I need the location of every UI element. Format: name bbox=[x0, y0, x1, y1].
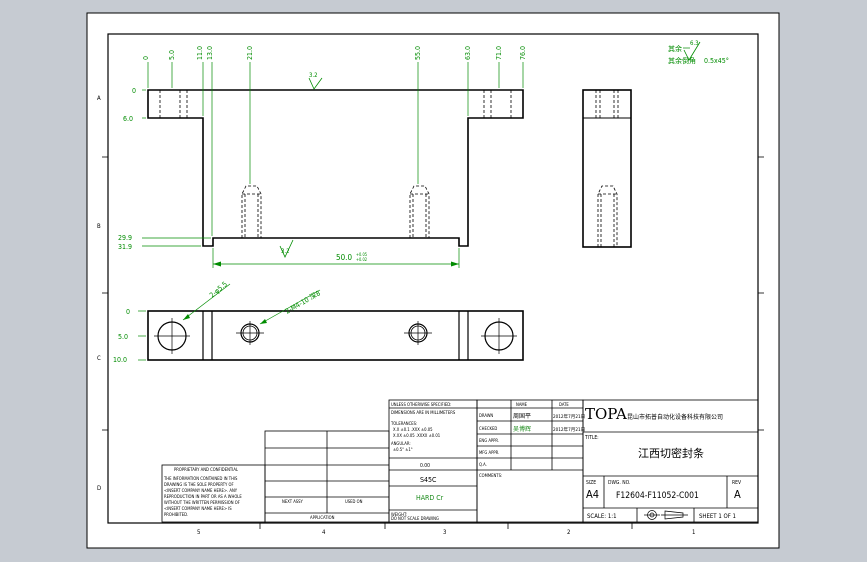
dim-width: 50.0 bbox=[336, 253, 352, 262]
proprietary-line-4: REPRODUCTION IN PART OR AS A WHOLE bbox=[164, 494, 242, 499]
eng-appr-label: ENG APPR. bbox=[479, 438, 499, 443]
dim-y-29: 29.9 bbox=[118, 234, 132, 242]
zero-value: 0.00 bbox=[420, 463, 430, 469]
company-logo: TOPA bbox=[585, 405, 627, 423]
comments-label: COMMENTS: bbox=[479, 473, 502, 478]
title-label: TITLE: bbox=[584, 435, 599, 441]
sheet-label: SHEET 1 OF 1 bbox=[699, 513, 736, 520]
tolerance-line-2: X.XX ±0.05 .XXXX ±0.01 bbox=[393, 433, 441, 438]
checked-label: CHECKED bbox=[479, 426, 497, 431]
proprietary-title: PROPRIETARY AND CONFIDENTIAL bbox=[174, 467, 239, 472]
roughness-top-value: 3.2 bbox=[309, 72, 318, 79]
angular-line: ±0.5° ±1° bbox=[393, 447, 413, 452]
dim-x-63: 63.0 bbox=[464, 46, 472, 60]
dim-x-13: 13.0 bbox=[206, 46, 214, 60]
dim-x-0: 0 bbox=[142, 56, 150, 60]
dim-x-76: 76.0 bbox=[519, 46, 527, 60]
tolerance-line-1: X.X ±0.1 .XXX ±0.05 bbox=[393, 427, 433, 432]
roughness-bottom-value: 3.2 bbox=[281, 248, 290, 255]
rev-value: A bbox=[734, 488, 741, 501]
dim-x-21: 21.0 bbox=[246, 46, 254, 60]
do-not-scale: DO NOT SCALE DRAWING bbox=[391, 516, 439, 521]
zone-number-3: 3 bbox=[443, 529, 446, 536]
checked-date: 2012年7月21日 bbox=[553, 426, 585, 433]
note-roughness-value: 6.3 bbox=[690, 40, 699, 47]
zone-letter-a: A bbox=[97, 95, 101, 102]
dimensions-are: DIMENSIONS ARE IN MILLIMETERS bbox=[391, 410, 456, 415]
size-label: SIZE bbox=[586, 480, 596, 486]
dim-x-71: 71.0 bbox=[495, 46, 503, 60]
dim-y-0: 0 bbox=[132, 87, 136, 95]
material-value: S45C bbox=[420, 476, 437, 484]
zone-letter-b: B bbox=[97, 223, 101, 230]
proprietary-line-7: PROHIBITED. bbox=[164, 512, 188, 517]
drawn-name: 周国平 bbox=[513, 413, 531, 420]
dim-width-tol-lower: +0.02 bbox=[356, 257, 367, 262]
name-header: NAME bbox=[516, 402, 528, 407]
rev-label: REV bbox=[732, 480, 742, 486]
dim-top-y-0: 0 bbox=[126, 308, 130, 316]
mfg-appr-label: MFG APPR. bbox=[479, 450, 499, 455]
zone-number-4: 4 bbox=[322, 529, 326, 536]
angular-label: ANGULAR: bbox=[391, 441, 411, 446]
drawn-date: 2012年7月21日 bbox=[553, 413, 585, 420]
unless-specified: UNLESS OTHERWISE SPECIFIED: bbox=[391, 402, 451, 407]
drawing-title: 江西切密封条 bbox=[638, 446, 704, 460]
proprietary-line-1: THE INFORMATION CONTAINED IN THIS bbox=[163, 476, 238, 481]
zone-letter-c: C bbox=[97, 355, 101, 362]
proprietary-line-2: DRAWING IS THE SOLE PROPERTY OF bbox=[164, 482, 234, 487]
dim-x-5: 5.0 bbox=[168, 50, 176, 60]
zone-number-1: 1 bbox=[692, 529, 695, 536]
proprietary-line-6: <INSERT COMPANY NAME HERE> IS bbox=[164, 506, 232, 511]
zone-number-2: 2 bbox=[567, 529, 570, 536]
tolerances-label: TOLERANCES: bbox=[390, 421, 417, 426]
proprietary-line-3: <INSERT COMPANY NAME HERE>. ANY bbox=[164, 488, 238, 493]
scale-label: SCALE: 1:1 bbox=[587, 513, 617, 520]
drawn-label: DRAWN bbox=[479, 413, 493, 418]
dim-x-11: 11.0 bbox=[196, 46, 204, 60]
note-chamfer-label: 其余倒角 bbox=[668, 56, 696, 65]
used-on-label: USED ON bbox=[345, 499, 363, 504]
date-header: DATE bbox=[559, 402, 569, 407]
note-chamfer-value: 0.5x45° bbox=[704, 57, 729, 65]
checked-name: 吴博辉 bbox=[513, 425, 531, 433]
proprietary-line-5: WITHOUT THE WRITTEN PERMISSION OF bbox=[164, 500, 240, 505]
finish-value: HARD Cr bbox=[416, 494, 444, 502]
drawing-canvas: A B C D 5 4 3 2 1 0 5.0 11.0 13.0 21.0 5… bbox=[86, 12, 780, 549]
dim-top-y-10: 10.0 bbox=[113, 356, 127, 364]
dim-x-55: 55.0 bbox=[414, 46, 422, 60]
size-value: A4 bbox=[586, 488, 599, 501]
dim-y-31: 31.9 bbox=[118, 243, 132, 251]
zone-letter-d: D bbox=[97, 485, 101, 492]
qa-label: Q.A. bbox=[479, 462, 487, 467]
company-name: 昆山市拓普自动化设备科技有限公司 bbox=[627, 413, 723, 421]
zone-number-5: 5 bbox=[197, 529, 200, 536]
next-assy-label: NEXT ASSY bbox=[282, 499, 304, 504]
dwg-no-value: F12604-F11052-C001 bbox=[616, 491, 699, 501]
dim-top-y-5: 5.0 bbox=[118, 333, 128, 341]
note-roughness-prefix: 其余 bbox=[668, 44, 682, 53]
dim-y-6: 6.0 bbox=[123, 115, 133, 123]
dwg-no-label: DWG. NO. bbox=[608, 480, 630, 486]
application-label: APPLICATION bbox=[310, 515, 335, 520]
